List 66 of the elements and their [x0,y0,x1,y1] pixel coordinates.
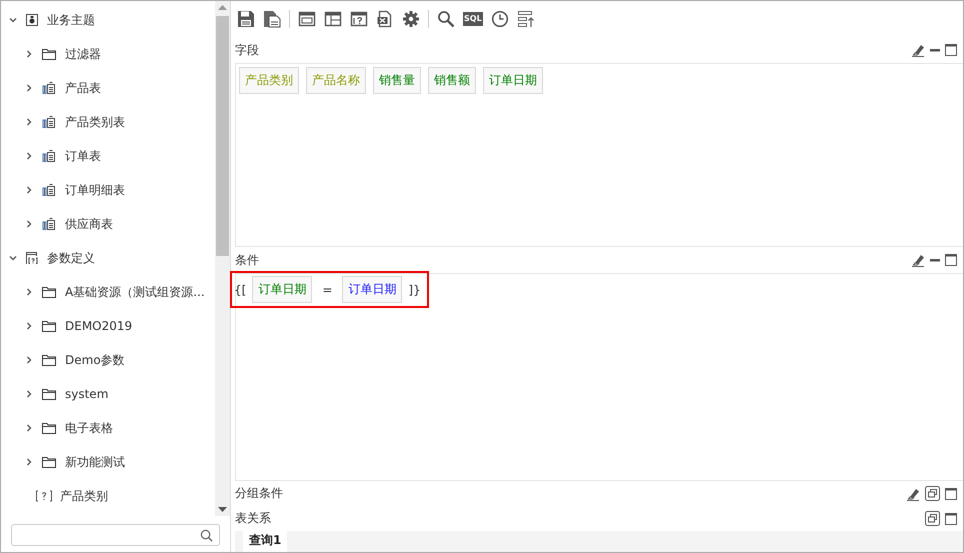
folder-icon [41,455,57,469]
sort-icon[interactable] [516,10,535,28]
save-icon[interactable] [237,10,255,28]
field-chip[interactable]: 订单日期 [483,67,543,94]
maximize-icon[interactable] [945,488,957,500]
search-icon[interactable] [437,10,455,28]
tree-item[interactable]: 订单明细表 [65,182,125,198]
section-title: 字段 [235,42,259,58]
folder-icon [41,421,57,435]
folder-icon [41,285,57,299]
search-icon [200,528,213,542]
tree-item[interactable]: 产品类别 [60,488,108,504]
field-chip[interactable]: 订单日期 [342,276,402,303]
section-title: 表关系 [235,510,271,527]
restore-icon[interactable] [925,511,940,526]
operator-text: = [321,282,334,296]
tree-item[interactable]: Demo参数 [65,352,125,368]
tree-item[interactable]: 供应商表 [65,216,113,232]
database-icon [41,81,57,95]
tree-item[interactable]: 订单表 [65,148,101,164]
field-chip[interactable]: 订单日期 [252,276,312,303]
eraser-icon[interactable] [911,253,925,267]
scrollbar[interactable] [215,1,230,516]
tree-item[interactable]: system [65,387,108,401]
database-icon [41,149,57,163]
maximize-icon[interactable] [945,512,957,524]
database-icon [41,115,57,129]
field-chip[interactable]: 销售量 [373,67,421,94]
eraser-icon[interactable] [911,43,925,57]
parameter-icon [25,251,39,265]
folder-icon [41,387,57,401]
bracket-text: {[ [234,282,246,296]
maximize-icon[interactable] [945,44,957,56]
help-layout-icon[interactable] [350,10,368,28]
tree-item[interactable]: 新功能测试 [65,454,125,470]
tree-item[interactable]: A基础资源（测试组资源... [65,284,205,300]
eraser-icon[interactable] [906,486,920,500]
tree-item[interactable]: 电子表格 [65,420,113,436]
tree-item[interactable]: 产品表 [65,80,101,96]
tree-item[interactable]: 参数定义 [47,250,95,266]
tree-item[interactable]: DEMO2019 [65,319,132,333]
sql-button[interactable]: SQL [463,12,483,26]
clock-icon[interactable] [490,10,509,28]
restore-icon[interactable] [925,486,940,501]
section-title: 分组条件 [235,485,283,502]
database-icon [41,183,57,197]
layout-icon[interactable] [324,10,342,28]
export-icon[interactable] [376,10,394,28]
scroll-down-icon[interactable] [218,507,227,512]
database-icon [41,217,57,231]
tree-item[interactable]: 产品类别表 [65,114,125,130]
section-title: 条件 [235,252,259,268]
field-chip[interactable]: 销售额 [428,67,476,94]
folder-icon [41,353,57,367]
folder-icon [41,319,57,333]
layout-icon[interactable] [298,10,316,28]
maximize-icon[interactable] [945,254,957,266]
tree-item[interactable]: 过滤器 [65,46,101,62]
theme-icon [25,13,39,27]
query-tab[interactable]: 查询1 [243,529,288,552]
parameter-icon [34,489,54,503]
tree-item[interactable]: 业务主题 [47,12,95,28]
bracket-text: ]} [408,282,421,296]
save-as-icon[interactable] [263,10,281,28]
search-field[interactable] [11,524,220,546]
folder-icon [41,47,57,61]
